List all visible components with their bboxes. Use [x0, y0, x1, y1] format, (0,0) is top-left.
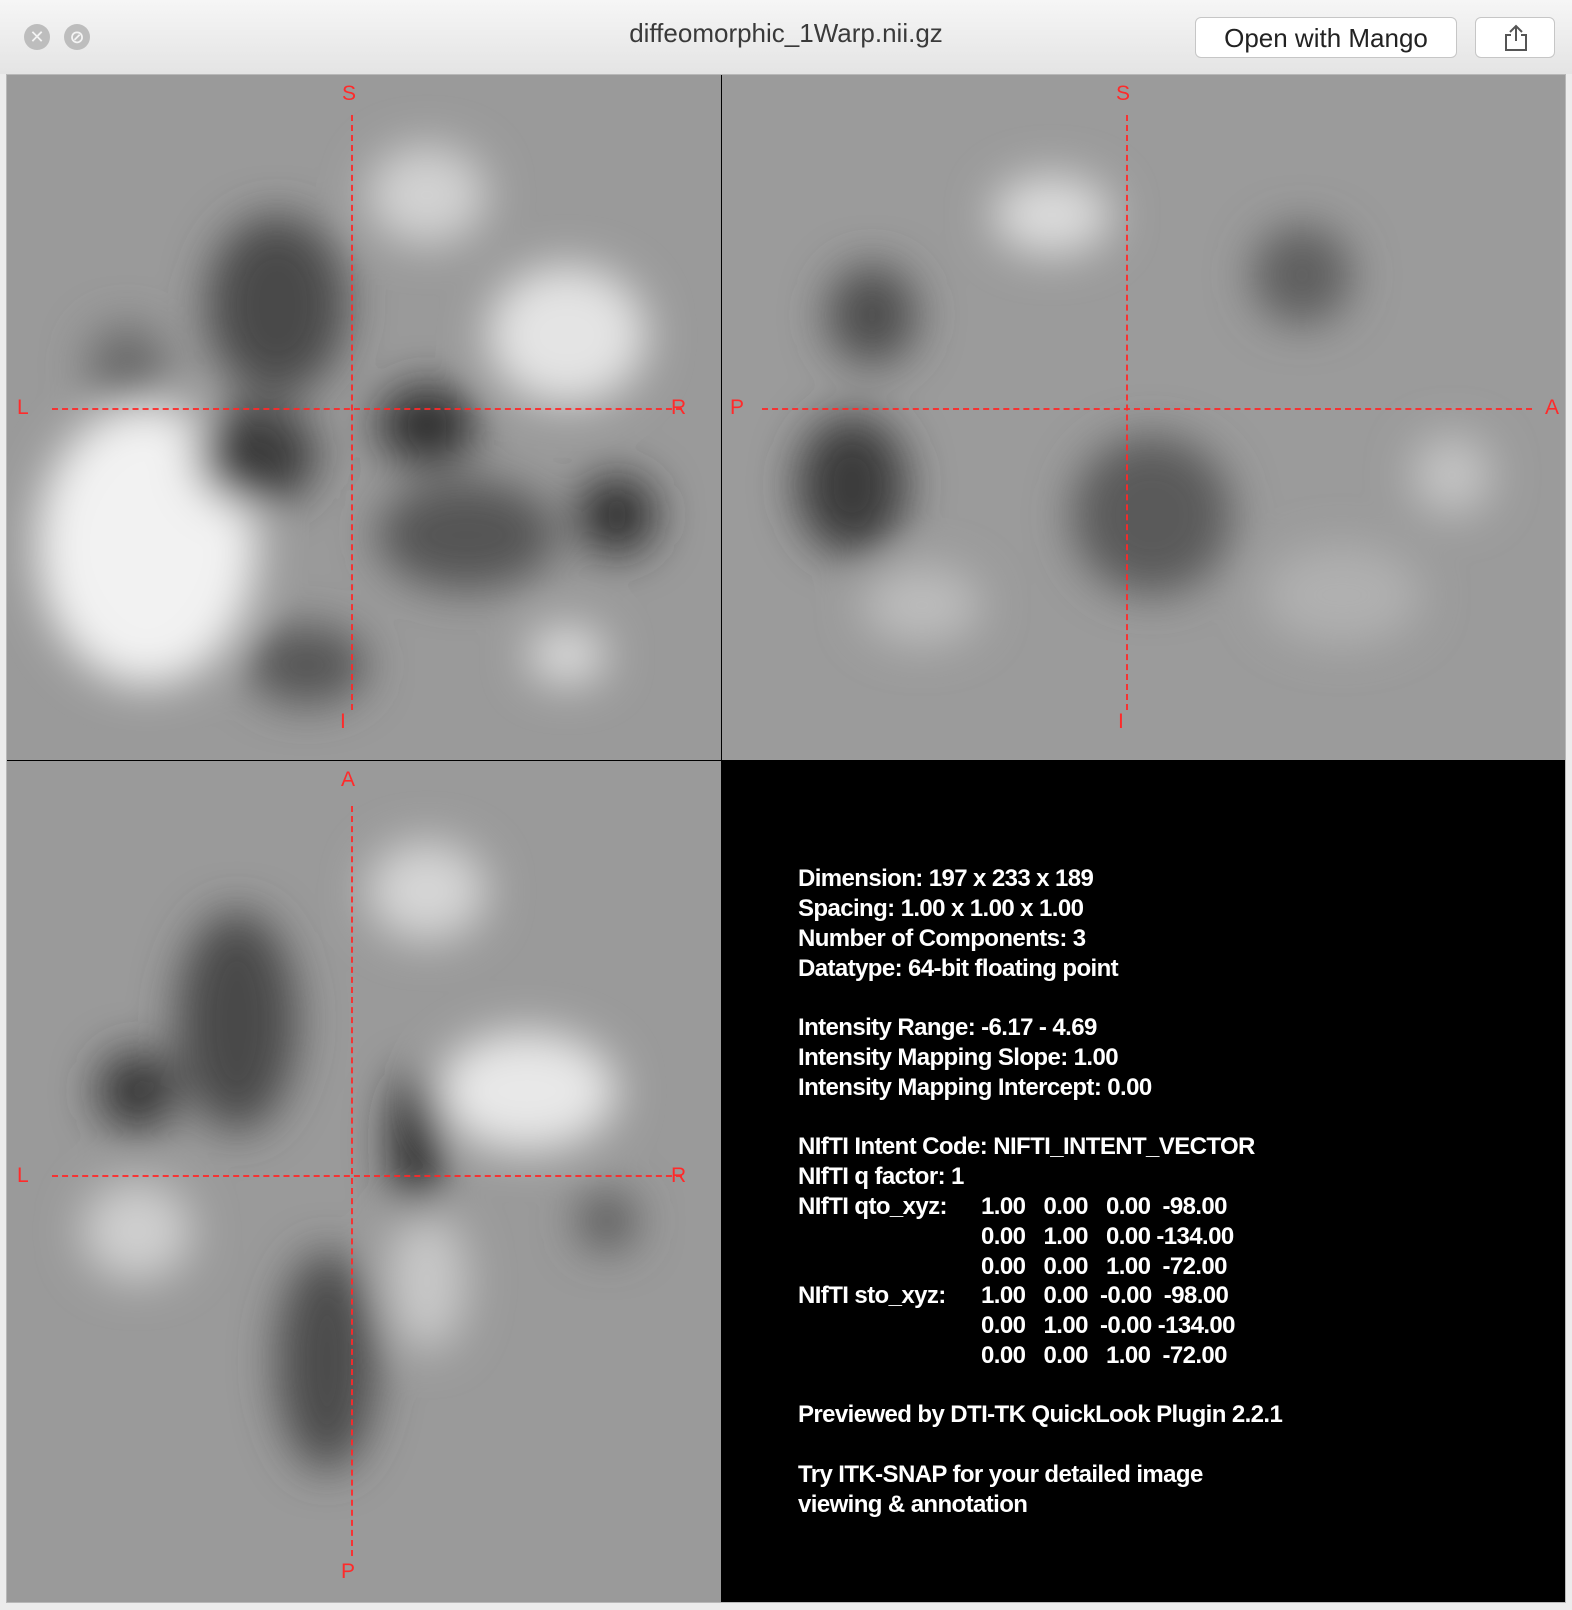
intent-code-text: NIfTI Intent Code: NIFTI_INTENT_VECTOR: [798, 1133, 1255, 1160]
sagittal-view[interactable]: S I P A: [722, 75, 1565, 760]
crosshair-vertical: [351, 806, 353, 1556]
components-text: Number of Components: 3: [798, 925, 1086, 952]
orientation-right-label: A: [1545, 396, 1560, 419]
previewed-by-text: Previewed by DTI-TK QuickLook Plugin 2.2…: [798, 1401, 1283, 1428]
orientation-right-label: R: [671, 396, 687, 419]
orientation-left-label: L: [17, 1164, 29, 1187]
window-titlebar: ✕ ⊘ diffeomorphic_1Warp.nii.gz Open with…: [0, 0, 1572, 74]
qto-row-3: 0.00 0.00 1.00 -72.00: [981, 1253, 1228, 1280]
sto-row-1: 1.00 0.00 -0.00 -98.00: [981, 1282, 1229, 1309]
intensity-range-text: Intensity Range: -6.17 - 4.69: [798, 1014, 1097, 1041]
qto-label: NIfTI qto_xyz:: [798, 1193, 948, 1220]
image-viewer: S I L R S I P A A P L R Dimension: 197 x…: [6, 74, 1566, 1603]
orientation-bottom-label: P: [341, 1560, 356, 1583]
image-info-panel: Dimension: 197 x 233 x 189 Spacing: 1.00…: [722, 761, 1565, 1602]
crosshair-horizontal: [52, 408, 682, 410]
orientation-bottom-label: I: [340, 710, 346, 733]
mapping-intercept-text: Intensity Mapping Intercept: 0.00: [798, 1074, 1152, 1101]
datatype-text: Datatype: 64-bit floating point: [798, 955, 1119, 982]
crosshair-vertical: [351, 115, 353, 710]
orientation-bottom-label: I: [1118, 710, 1124, 733]
sto-label: NIfTI sto_xyz:: [798, 1282, 946, 1309]
mapping-slope-text: Intensity Mapping Slope: 1.00: [798, 1044, 1119, 1071]
axial-slice-image: [7, 75, 721, 760]
q-factor-text: NIfTI q factor: 1: [798, 1163, 964, 1190]
open-with-mango-button[interactable]: Open with Mango: [1195, 17, 1457, 58]
qto-row-1: 1.00 0.00 0.00 -98.00: [981, 1193, 1228, 1220]
orientation-top-label: S: [1116, 82, 1131, 105]
coronal-slice-image: [7, 761, 721, 1602]
try-itksnap-line-1: Try ITK-SNAP for your detailed image: [798, 1461, 1203, 1488]
crosshair-vertical: [1126, 115, 1128, 710]
orientation-right-label: R: [671, 1164, 687, 1187]
sto-row-3: 0.00 0.00 1.00 -72.00: [981, 1342, 1228, 1369]
spacing-text: Spacing: 1.00 x 1.00 x 1.00: [798, 895, 1084, 922]
crosshair-horizontal: [762, 408, 1532, 410]
coronal-view[interactable]: A P L R: [7, 761, 721, 1602]
share-button[interactable]: [1475, 17, 1555, 58]
try-itksnap-line-2: viewing & annotation: [798, 1491, 1028, 1518]
sto-row-2: 0.00 1.00 -0.00 -134.00: [981, 1312, 1236, 1339]
orientation-top-label: S: [342, 82, 357, 105]
crosshair-horizontal: [52, 1175, 682, 1177]
dimension-text: Dimension: 197 x 233 x 189: [798, 865, 1094, 892]
sagittal-slice-image: [722, 75, 1565, 760]
axial-view[interactable]: S I L R: [7, 75, 721, 760]
orientation-top-label: A: [341, 768, 356, 791]
qto-row-2: 0.00 1.00 0.00 -134.00: [981, 1223, 1234, 1250]
orientation-left-label: P: [730, 396, 745, 419]
orientation-left-label: L: [17, 396, 29, 419]
share-icon: [1505, 24, 1527, 51]
